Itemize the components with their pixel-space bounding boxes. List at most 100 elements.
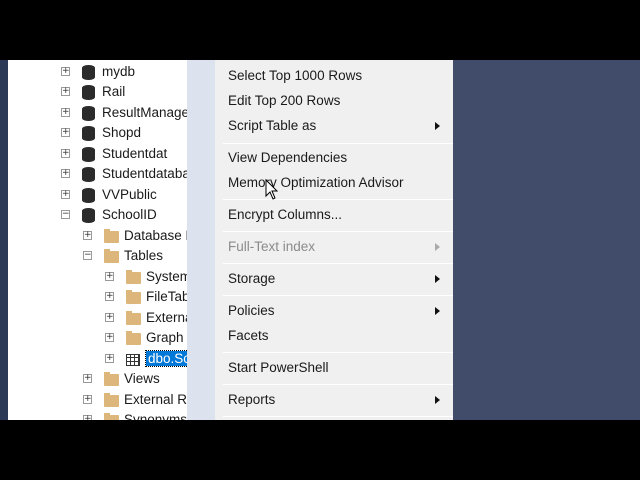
tree-node-database[interactable]: + Shopd xyxy=(8,123,187,143)
tree-node-label: Studentdataba xyxy=(102,166,187,182)
expand-icon[interactable]: + xyxy=(105,292,114,302)
window-edge xyxy=(0,60,8,420)
expand-icon[interactable]: + xyxy=(61,189,70,199)
expand-icon[interactable]: + xyxy=(83,394,92,404)
submenu-arrow-icon xyxy=(435,243,440,251)
submenu-arrow-icon xyxy=(435,275,440,283)
menu-separator xyxy=(223,295,453,296)
expand-icon[interactable]: + xyxy=(61,107,70,117)
menu-item-edit-top-200-rows[interactable]: Edit Top 200 Rows xyxy=(228,93,340,108)
menu-item-reports[interactable]: Reports xyxy=(228,392,275,407)
expand-icon[interactable]: + xyxy=(83,415,92,420)
database-icon xyxy=(82,85,95,101)
expand-icon[interactable]: + xyxy=(105,312,114,322)
menu-item-storage[interactable]: Storage xyxy=(228,271,275,286)
database-icon xyxy=(82,105,95,121)
tree-node-table-selected[interactable]: + dbo.Sc xyxy=(8,349,187,369)
tree-node-label: Rail xyxy=(102,84,126,100)
collapse-icon[interactable]: − xyxy=(61,210,70,220)
tree-node-label: mydb xyxy=(102,63,136,79)
tree-node-label: Database D xyxy=(124,227,187,243)
screen: + mydb + Rail + ResultManage + Shopd + Studentdat… xyxy=(0,60,640,420)
tree-node-label: External Re xyxy=(124,391,187,407)
menu-item-facets[interactable]: Facets xyxy=(228,328,269,343)
tree-node-folder[interactable]: + External Re xyxy=(8,390,187,410)
menu-separator xyxy=(223,384,453,385)
tree-node-database[interactable]: − SchoolID xyxy=(8,205,187,225)
tree-node-folder[interactable]: + Views xyxy=(8,369,187,389)
submenu-arrow-icon xyxy=(435,396,440,404)
folder-icon xyxy=(104,413,119,420)
tree-node-label: VVPublic xyxy=(102,186,157,202)
expand-icon[interactable]: + xyxy=(61,128,70,138)
tree-node-label: Synonyms xyxy=(124,412,187,420)
folder-icon xyxy=(104,228,119,243)
menu-item-start-powershell[interactable]: Start PowerShell xyxy=(228,360,329,375)
expand-icon[interactable]: + xyxy=(61,87,70,97)
folder-icon xyxy=(104,249,119,264)
expand-icon[interactable]: + xyxy=(61,148,70,158)
menu-item-encrypt-columns[interactable]: Encrypt Columns... xyxy=(228,207,342,222)
database-icon xyxy=(82,126,95,142)
submenu-arrow-icon xyxy=(435,122,440,130)
tree-node-label: Externa xyxy=(146,309,187,325)
menu-icon-gutter xyxy=(187,60,215,420)
database-icon xyxy=(82,208,95,224)
tree-node-database[interactable]: + Rail xyxy=(8,82,187,102)
database-icon xyxy=(82,64,95,80)
database-icon xyxy=(82,146,95,162)
menu-separator xyxy=(223,199,453,200)
tree-node-label: dbo.Sc xyxy=(144,349,187,367)
menu-separator xyxy=(223,143,453,144)
menu-item-select-top-1000-rows[interactable]: Select Top 1000 Rows xyxy=(228,68,362,83)
menu-item-memory-optimization-advisor[interactable]: Memory Optimization Advisor xyxy=(228,175,404,190)
tree-node-folder[interactable]: + Database D xyxy=(8,226,187,246)
database-icon xyxy=(82,167,95,183)
menu-item-full-text-index: Full-Text index xyxy=(228,239,316,254)
table-icon xyxy=(126,353,140,366)
menu-item-policies[interactable]: Policies xyxy=(228,303,275,318)
tree-node-folder[interactable]: + FileTab xyxy=(8,287,187,307)
expand-icon[interactable]: + xyxy=(61,66,70,76)
tree-node-label: Graph T xyxy=(146,330,187,346)
menu-separator xyxy=(223,263,453,264)
tree-node-label: FileTab xyxy=(146,289,187,305)
submenu-arrow-icon xyxy=(435,307,440,315)
mouse-cursor-icon xyxy=(265,178,279,200)
tree-node-database[interactable]: + Studentdat xyxy=(8,144,187,164)
tree-node-folder[interactable]: + Synonyms xyxy=(8,410,187,420)
expand-icon[interactable]: + xyxy=(105,333,114,343)
folder-icon xyxy=(126,290,141,305)
expand-icon[interactable]: + xyxy=(105,353,114,363)
folder-icon xyxy=(126,310,141,325)
folder-icon xyxy=(104,372,119,387)
tree-node-folder[interactable]: − Tables xyxy=(8,246,187,266)
tree-node-folder[interactable]: + Graph T xyxy=(8,328,187,348)
tree-node-folder[interactable]: + Externa xyxy=(8,308,187,328)
tree-node-database[interactable]: + VVPublic xyxy=(8,185,187,205)
tree-node-label: SchoolID xyxy=(102,207,157,223)
menu-item-script-table-as[interactable]: Script Table as xyxy=(228,118,316,133)
menu-separator xyxy=(223,352,453,353)
context-menu: Select Top 1000 Rows Edit Top 200 Rows Scr… xyxy=(187,60,453,420)
tree-node-database[interactable]: + ResultManage xyxy=(8,103,187,123)
expand-icon[interactable]: + xyxy=(61,169,70,179)
menu-separator xyxy=(223,416,453,417)
expand-icon[interactable]: + xyxy=(105,271,114,281)
tree-node-folder[interactable]: + System xyxy=(8,267,187,287)
menu-separator xyxy=(223,231,453,232)
expand-icon[interactable]: + xyxy=(83,374,92,384)
tree-node-label: System xyxy=(146,268,187,284)
tree-node-label: Shopd xyxy=(102,125,142,141)
folder-icon xyxy=(104,392,119,407)
collapse-icon[interactable]: − xyxy=(83,251,92,261)
database-icon xyxy=(82,187,95,203)
tree-node-database[interactable]: + mydb xyxy=(8,62,187,82)
tree-node-label: Studentdat xyxy=(102,145,168,161)
menu-item-view-dependencies[interactable]: View Dependencies xyxy=(228,150,347,165)
tree-node-label: Tables xyxy=(124,248,164,264)
expand-icon[interactable]: + xyxy=(83,230,92,240)
tree-node-database[interactable]: + Studentdataba xyxy=(8,164,187,184)
folder-icon xyxy=(126,331,141,346)
tree-node-label: ResultManage xyxy=(102,104,187,120)
